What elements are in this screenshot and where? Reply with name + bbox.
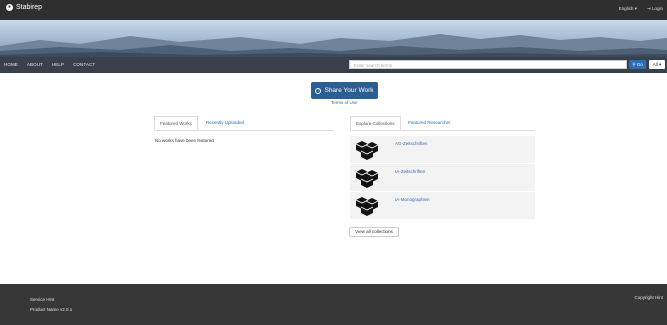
language-dropdown[interactable]: English ▾ <box>619 6 637 12</box>
hero-banner <box>0 20 667 57</box>
mountain-banner-image <box>0 34 667 57</box>
globe-icon: ● <box>6 4 13 11</box>
cubes-icon <box>355 141 379 160</box>
search-button[interactable]: ⚲ Go <box>629 60 646 69</box>
brand[interactable]: ● Stabirep <box>6 4 42 11</box>
nav-home[interactable]: HOME <box>4 62 18 67</box>
cubes-icon <box>355 197 379 216</box>
login-link[interactable]: ⇥ Login <box>647 6 663 12</box>
works-tabs: Featured Works Recently Uploaded <box>154 116 334 131</box>
share-your-work-button[interactable]: ↑ Share Your Work <box>311 82 378 99</box>
tab-recently-uploaded[interactable]: Recently Uploaded <box>201 116 249 130</box>
footer-info: Service Hint Product Name v2.0.1 <box>30 295 72 315</box>
footer-copyright: Copyright Hint <box>634 295 663 300</box>
cubes-icon <box>355 169 379 188</box>
footer-service-hint: Service Hint <box>30 297 55 302</box>
nav-about[interactable]: ABOUT <box>27 62 43 67</box>
tab-featured-works[interactable]: Featured Works <box>154 116 198 130</box>
list-item: IA-Monographien <box>350 192 535 219</box>
collection-link[interactable]: IA-Zeitschriften <box>395 169 425 174</box>
view-all-collections-button[interactable]: View all collections <box>349 227 399 237</box>
collections-tabs: Explore Collections Featured Researcher <box>350 116 535 131</box>
terms-of-use-link[interactable]: Terms of Use <box>331 100 358 105</box>
list-item: AG-Zeitschriften <box>350 136 535 163</box>
collection-link[interactable]: AG-Zeitschriften <box>395 141 428 146</box>
search-button-label: Go <box>636 62 643 67</box>
nav-contact[interactable]: CONTACT <box>73 62 95 67</box>
login-label: Login <box>651 6 663 11</box>
search-icon: ⚲ <box>632 62 636 67</box>
login-icon: ⇥ <box>646 6 651 11</box>
tab-featured-researcher[interactable]: Featured Researcher <box>403 116 456 130</box>
collection-list: AG-Zeitschriften IA-Zeitschriften IA-Mon… <box>350 136 535 220</box>
footer-product-version: Product Name v2.0.1 <box>30 307 73 312</box>
upload-icon: ↑ <box>315 87 322 94</box>
nav-links: HOME ABOUT HELP CONTACT <box>4 62 95 67</box>
top-navbar: ● Stabirep English ▾ ⇥ Login <box>0 0 667 20</box>
tab-explore-collections[interactable]: Explore Collections <box>350 116 401 130</box>
list-item: IA-Zeitschriften <box>350 164 535 191</box>
nav-help[interactable]: HELP <box>52 62 64 67</box>
brand-name: Stabirep <box>16 4 43 11</box>
search-scope-dropdown[interactable]: All ▾ <box>649 60 665 69</box>
main-navbar: HOME ABOUT HELP CONTACT Enter search ter… <box>0 57 667 73</box>
collection-link[interactable]: IA-Monographien <box>395 197 430 202</box>
search-input[interactable]: Enter search terms <box>349 60 627 69</box>
empty-featured-message: No works have been featured <box>155 138 214 143</box>
topbar-actions: English ▾ ⇥ Login <box>619 6 663 12</box>
share-button-label: Share Your Work <box>324 87 374 94</box>
page-footer: Service Hint Product Name v2.0.1 Copyrig… <box>0 284 667 325</box>
